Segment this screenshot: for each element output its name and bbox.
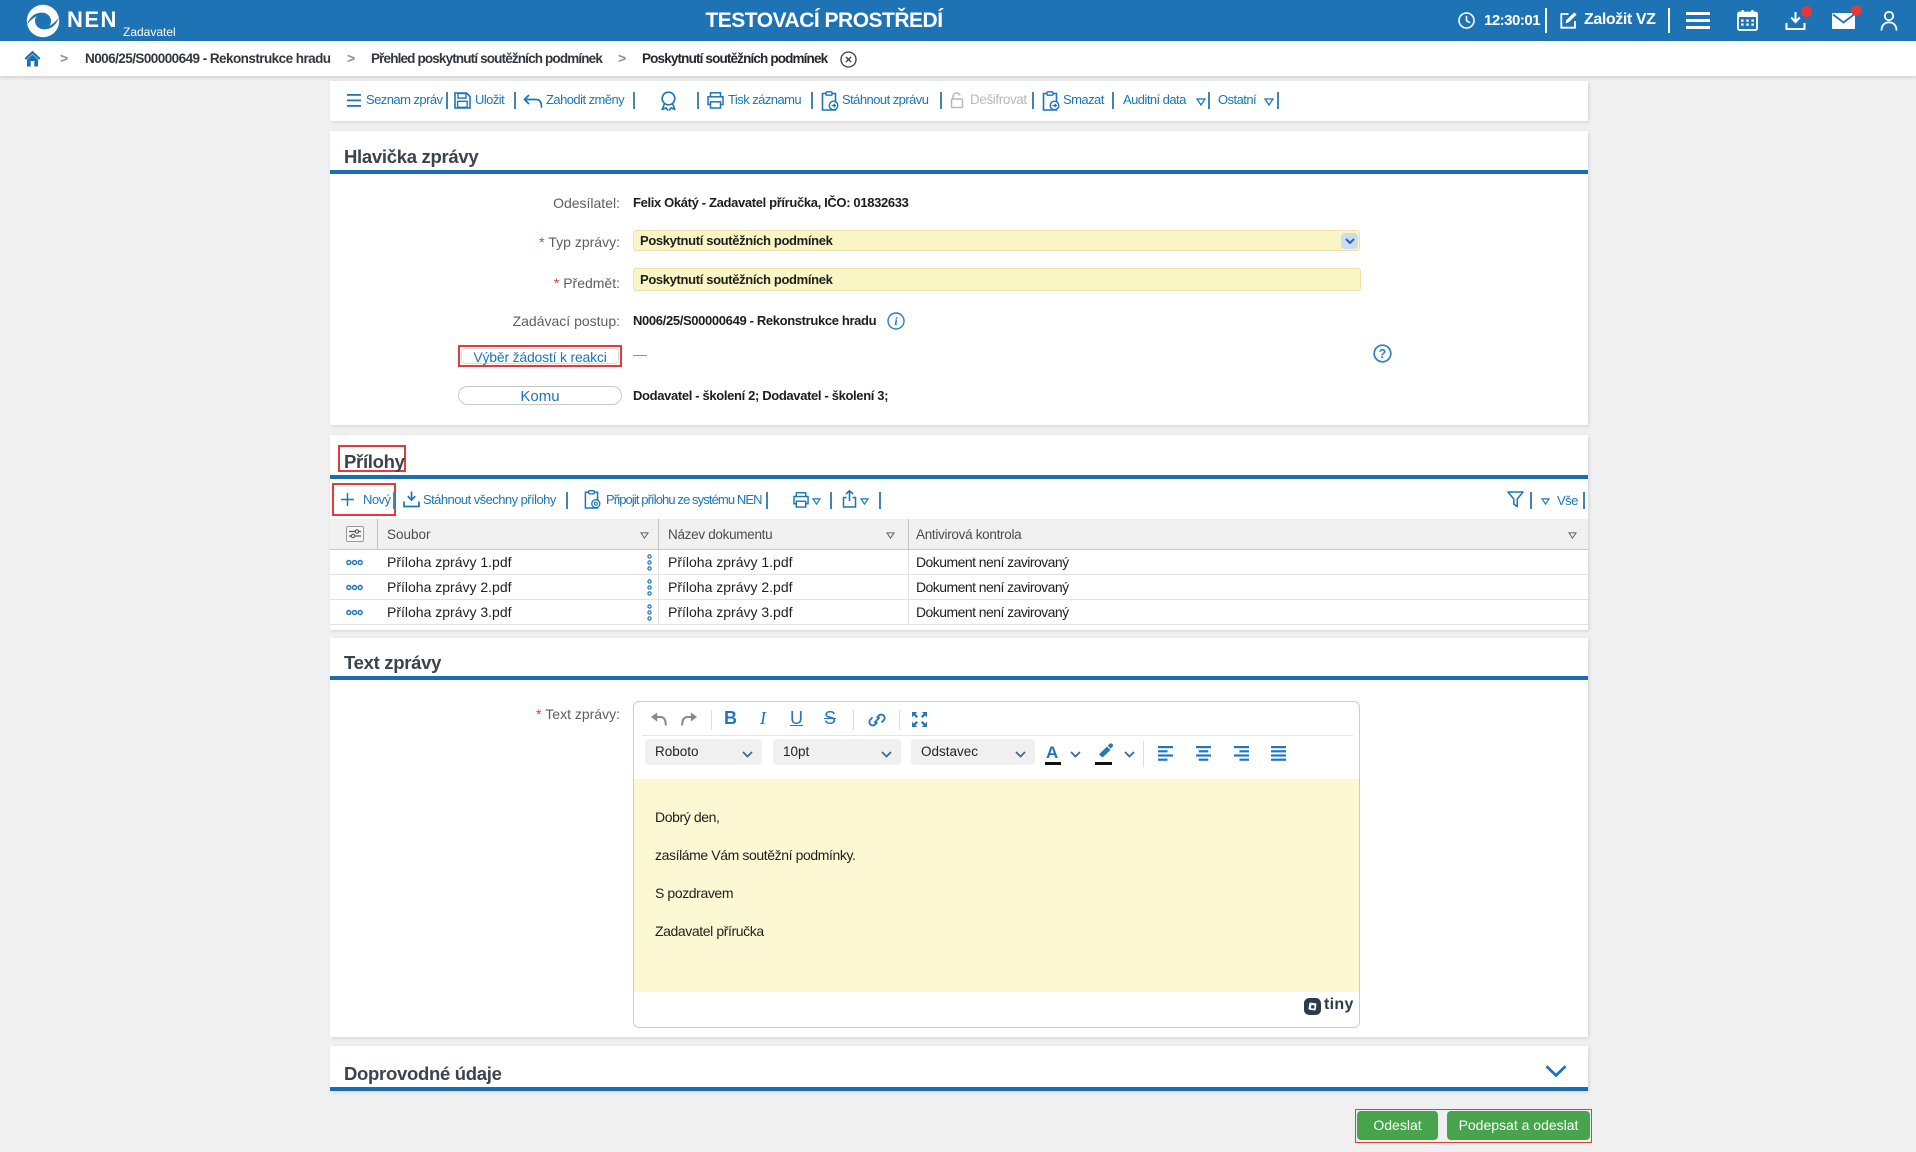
svg-text:i: i xyxy=(894,314,898,328)
svg-text:?: ? xyxy=(1379,347,1387,361)
